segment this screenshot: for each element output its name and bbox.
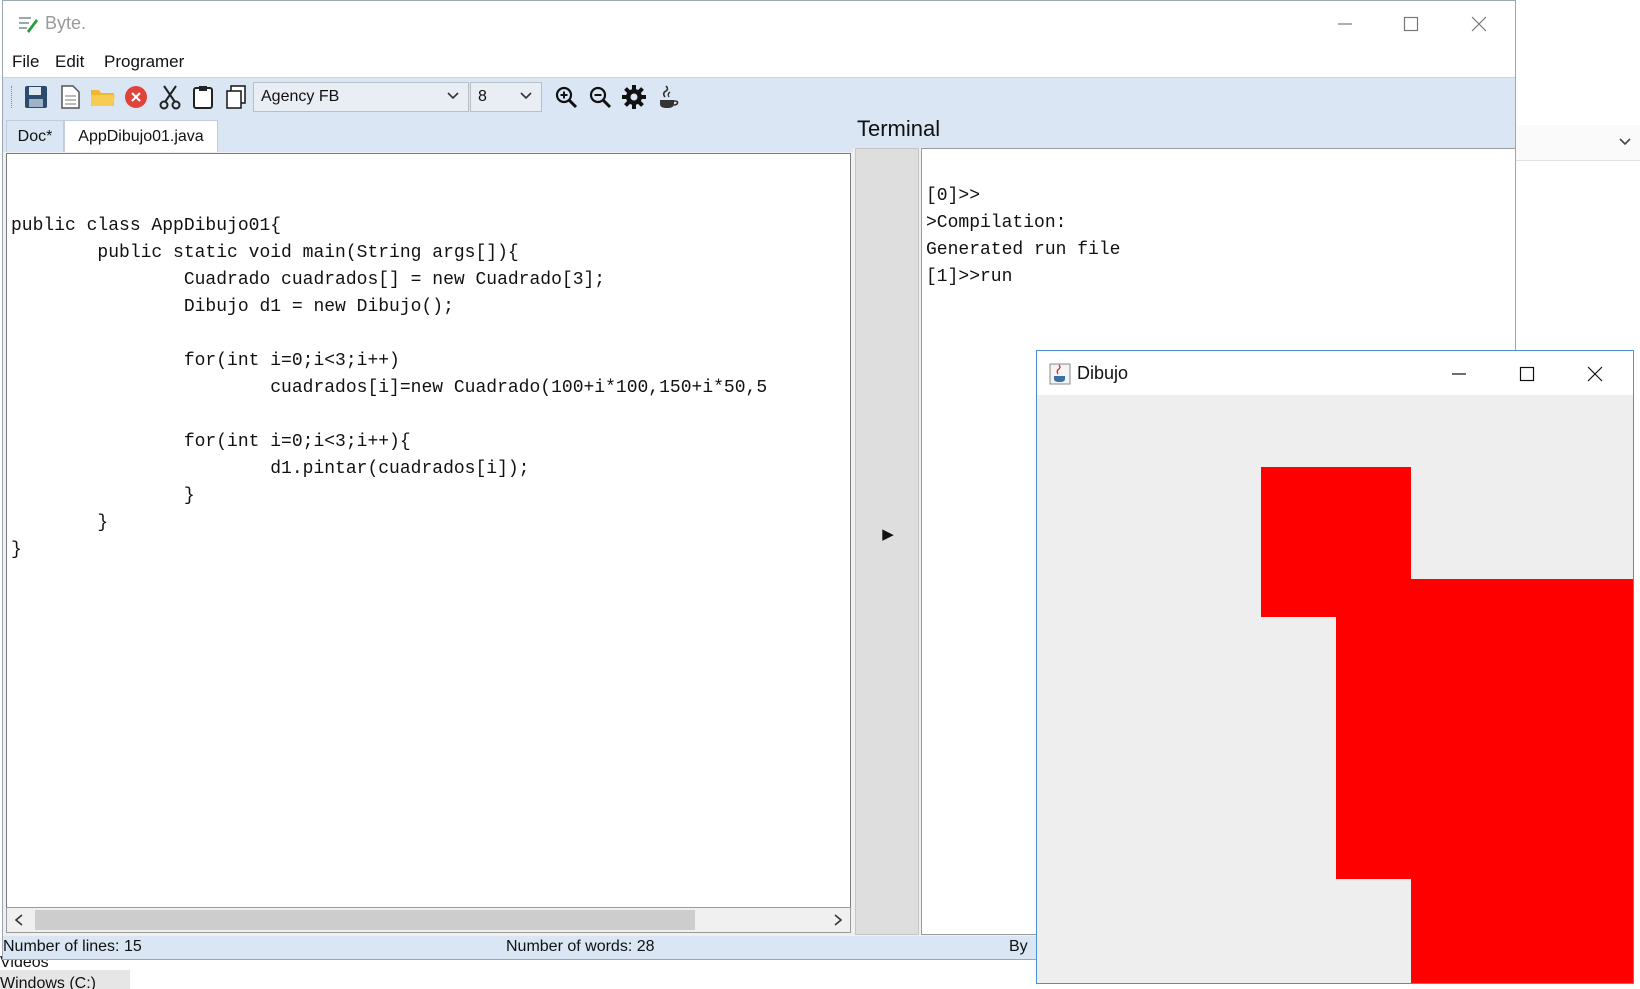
dibujo-maximize-button[interactable] bbox=[1503, 359, 1551, 389]
close-button[interactable] bbox=[1455, 9, 1503, 39]
byte-titlebar: Byte. bbox=[3, 1, 1515, 47]
explorer-item-windows: Windows (C:) bbox=[0, 975, 97, 989]
red-square-3 bbox=[1411, 691, 1633, 983]
java-run-button[interactable] bbox=[653, 82, 683, 112]
code-line[interactable]: d1.pintar(cuadrados[i]); bbox=[11, 456, 767, 483]
cut-icon bbox=[159, 85, 181, 110]
tab-bar: Doc* AppDibujo01.java bbox=[3, 116, 853, 152]
code-editor[interactable]: public class AppDibujo01{ public static … bbox=[6, 153, 851, 933]
zoom-out-icon bbox=[589, 86, 612, 109]
code-line[interactable]: } bbox=[11, 537, 767, 564]
toolbar-grip[interactable] bbox=[11, 86, 15, 108]
font-family-value: Agency FB bbox=[261, 88, 340, 105]
cut-button[interactable] bbox=[155, 82, 185, 112]
paste-button[interactable] bbox=[188, 82, 218, 112]
code-line[interactable]: } bbox=[11, 483, 767, 510]
close-icon bbox=[1587, 366, 1603, 382]
minimize-button[interactable] bbox=[1321, 9, 1369, 39]
menu-file[interactable]: File bbox=[12, 52, 39, 72]
dibujo-title: Dibujo bbox=[1077, 363, 1129, 383]
copy-button[interactable] bbox=[221, 82, 251, 112]
close-icon bbox=[1471, 16, 1487, 32]
maximize-icon bbox=[1403, 16, 1419, 32]
scroll-right-icon[interactable] bbox=[832, 913, 844, 927]
open-folder-button[interactable] bbox=[88, 82, 118, 112]
status-by: By bbox=[1009, 938, 1028, 955]
code-line[interactable]: Cuadrado cuadrados[] = new Cuadrado[3]; bbox=[11, 267, 767, 294]
new-document-icon bbox=[61, 85, 80, 109]
code-line[interactable]: for(int i=0;i<3;i++){ bbox=[11, 429, 767, 456]
dibujo-minimize-button[interactable] bbox=[1435, 359, 1483, 389]
code-line[interactable]: } bbox=[11, 510, 767, 537]
status-word-count: Number of words: 28 bbox=[506, 938, 655, 955]
scrollbar-thumb[interactable] bbox=[35, 910, 695, 930]
background-window-band bbox=[1516, 125, 1640, 161]
save-icon bbox=[25, 86, 47, 108]
chevron-down-icon bbox=[1619, 138, 1631, 146]
app-logo-icon bbox=[19, 17, 38, 33]
menu-edit[interactable]: Edit bbox=[55, 52, 84, 72]
minimize-icon bbox=[1452, 373, 1466, 375]
code-line[interactable] bbox=[11, 402, 767, 429]
terminal-title: Terminal bbox=[857, 116, 941, 141]
java-icon bbox=[660, 85, 679, 108]
font-family-select[interactable]: Agency FB bbox=[253, 82, 469, 112]
scroll-left-icon[interactable] bbox=[13, 913, 25, 927]
dibujo-close-button[interactable] bbox=[1571, 359, 1619, 389]
code-line[interactable] bbox=[11, 186, 767, 213]
horizontal-scrollbar[interactable] bbox=[6, 907, 851, 933]
code-text[interactable]: public class AppDibujo01{ public static … bbox=[11, 186, 767, 564]
code-line[interactable]: public class AppDibujo01{ bbox=[11, 213, 767, 240]
toolbar: Agency FB 8 bbox=[3, 78, 1515, 116]
java-icon bbox=[1049, 363, 1071, 385]
new-document-button[interactable] bbox=[55, 82, 85, 112]
paste-icon bbox=[193, 86, 213, 109]
font-size-select[interactable]: 8 bbox=[470, 82, 542, 112]
dibujo-window: Dibujo bbox=[1036, 350, 1634, 984]
save-button[interactable] bbox=[21, 82, 51, 112]
terminal-line: [0]>> bbox=[926, 186, 981, 206]
menu-programer[interactable]: Programer bbox=[104, 52, 184, 72]
status-line-count: Number of lines: 15 bbox=[3, 938, 142, 955]
settings-icon bbox=[622, 85, 646, 109]
background-explorer bbox=[0, 960, 1040, 989]
font-size-value: 8 bbox=[478, 88, 487, 105]
terminal-line: [1]>>run bbox=[926, 267, 1013, 287]
zoom-out-button[interactable] bbox=[585, 82, 615, 112]
maximize-icon bbox=[1519, 366, 1535, 382]
app-title: Byte. bbox=[45, 13, 87, 33]
minimize-icon bbox=[1338, 23, 1352, 25]
drawing-canvas bbox=[1037, 395, 1633, 983]
terminal-header: Terminal bbox=[853, 116, 1515, 148]
terminal-line: >Compilation: bbox=[926, 213, 1067, 233]
terminal-line: Generated run file bbox=[926, 240, 1121, 260]
zoom-in-icon bbox=[555, 86, 578, 109]
open-folder-icon bbox=[91, 90, 115, 106]
code-line[interactable]: Dibujo d1 = new Dibujo(); bbox=[11, 294, 767, 321]
run-panel: ▶ bbox=[855, 148, 919, 935]
tab-doc[interactable]: Doc* bbox=[6, 120, 64, 152]
stop-button[interactable] bbox=[121, 82, 151, 112]
menu-bar: File Edit Programer bbox=[3, 47, 1515, 78]
dibujo-titlebar: Dibujo bbox=[1037, 351, 1633, 395]
maximize-button[interactable] bbox=[1387, 9, 1435, 39]
copy-icon bbox=[226, 85, 246, 109]
tab-appdibujo01[interactable]: AppDibujo01.java bbox=[64, 120, 218, 152]
zoom-in-button[interactable] bbox=[551, 82, 581, 112]
code-line[interactable]: public static void main(String args[]){ bbox=[11, 240, 767, 267]
chevron-down-icon bbox=[519, 89, 533, 108]
terminal-lines: [0]>> >Compilation: Generated run file [1]>… bbox=[926, 183, 1120, 291]
chevron-down-icon bbox=[446, 89, 460, 108]
code-line[interactable]: for(int i=0;i<3;i++) bbox=[11, 348, 767, 375]
settings-button[interactable] bbox=[619, 82, 649, 112]
code-line[interactable]: cuadrados[i]=new Cuadrado(100+i*100,150+… bbox=[11, 375, 767, 402]
code-line[interactable] bbox=[11, 321, 767, 348]
run-button[interactable]: ▶ bbox=[876, 525, 900, 547]
stop-icon bbox=[125, 86, 147, 108]
